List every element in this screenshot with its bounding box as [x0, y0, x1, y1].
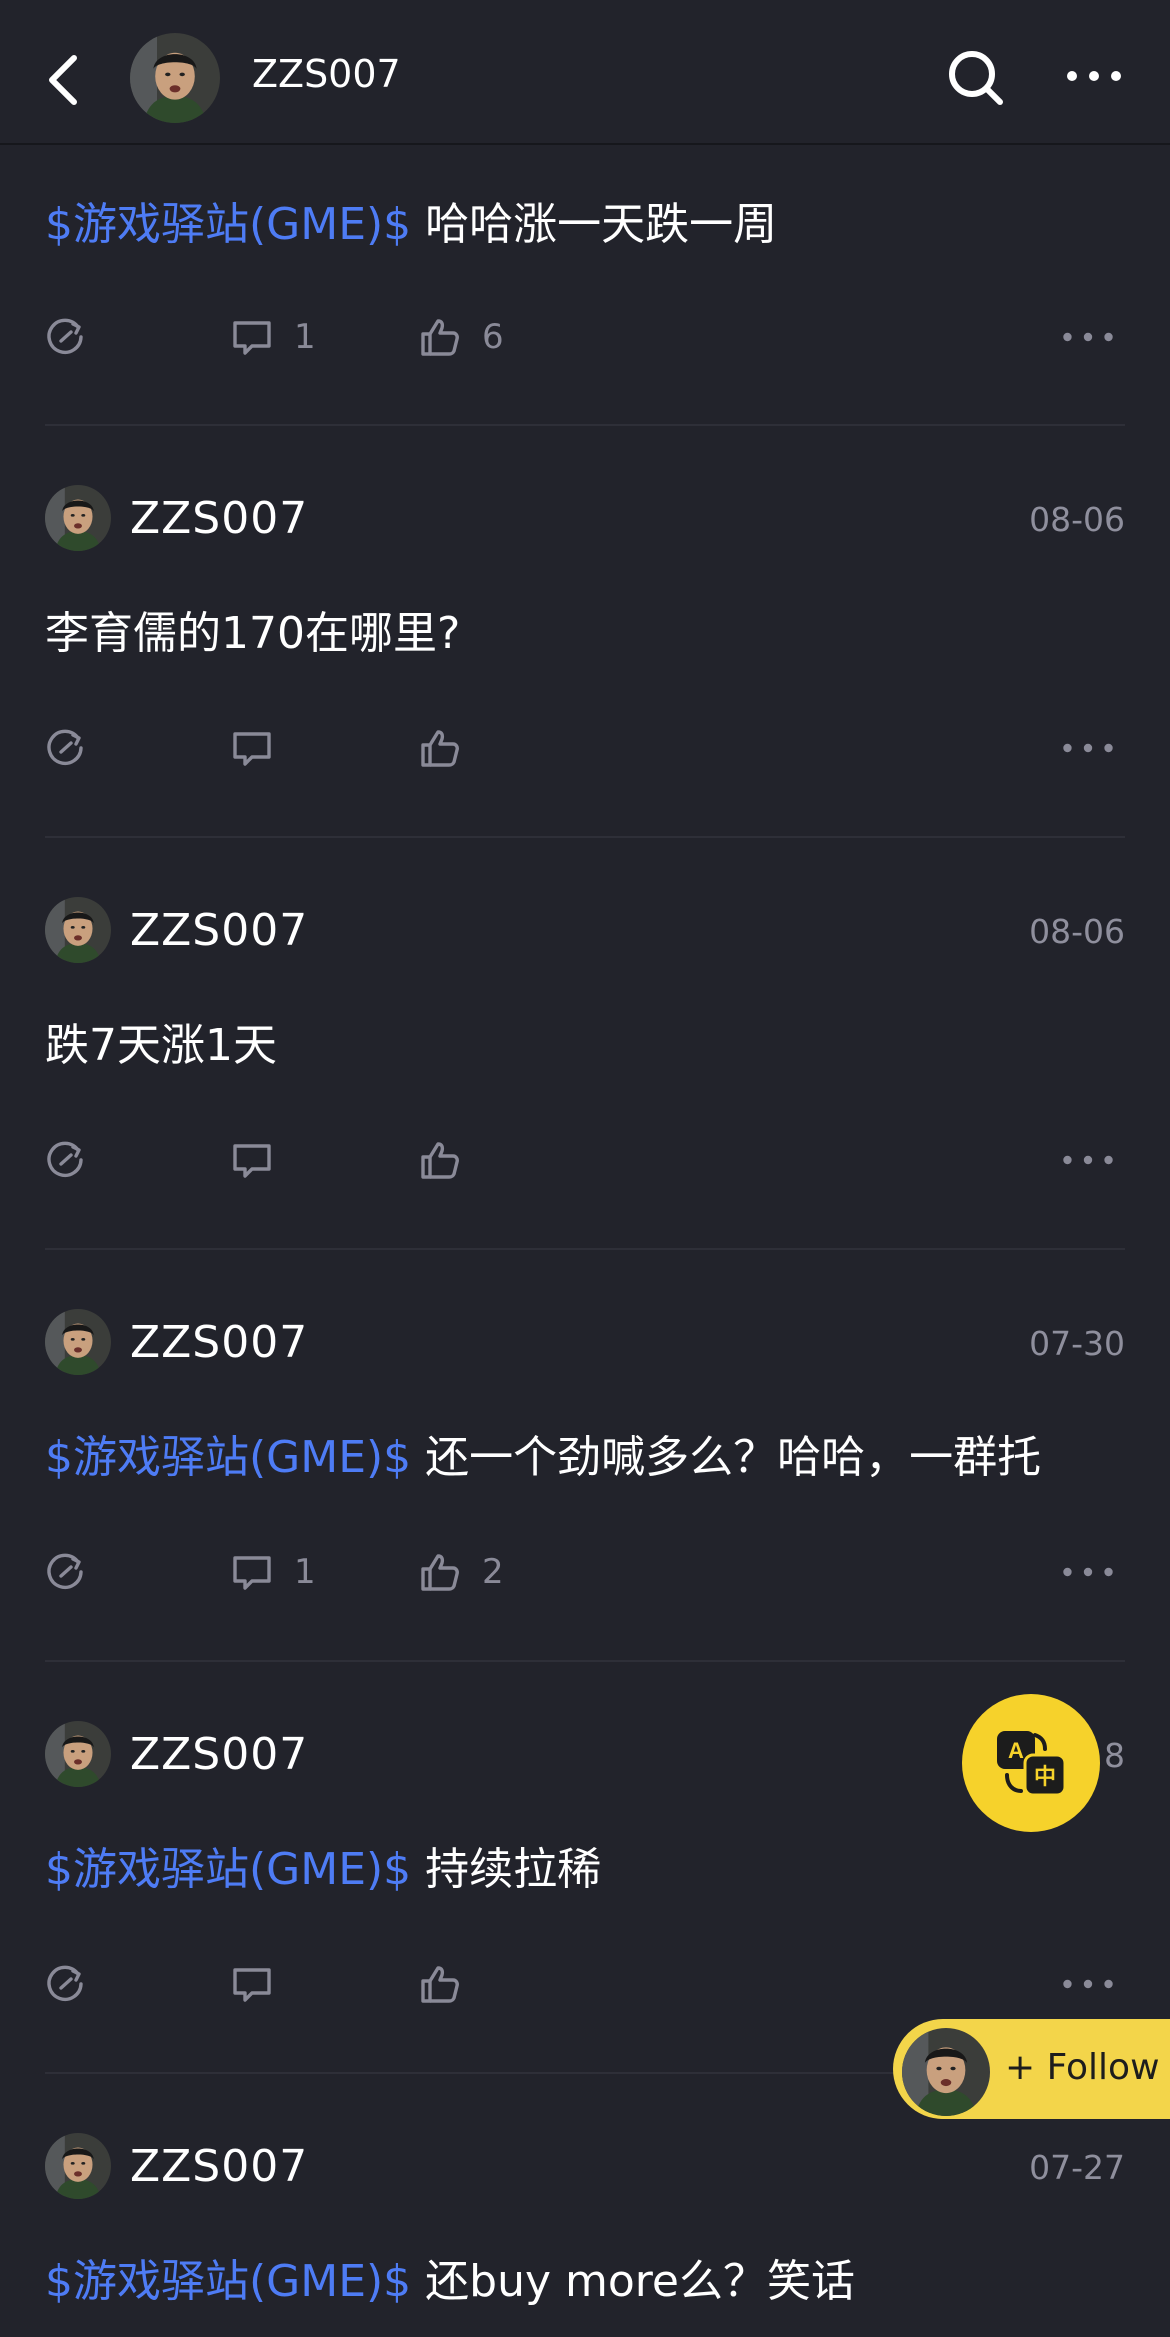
avatar[interactable] [45, 1309, 111, 1375]
post-author[interactable]: ZZS007 [130, 905, 308, 956]
chevron-left-icon[interactable] [44, 40, 104, 120]
post-author[interactable]: ZZS007 [130, 1317, 308, 1368]
top-bar: ZZS007 [0, 0, 1170, 145]
avatar[interactable] [130, 33, 220, 123]
post-content: $游戏驿站(GME)$ 还buy more么？笑话 [45, 2256, 855, 2307]
comment-icon [230, 315, 274, 359]
comment-button[interactable]: 1 [230, 1542, 316, 1602]
comment-count: 1 [294, 317, 316, 357]
post-author[interactable]: ZZS007 [130, 1729, 308, 1780]
thumbs-up-icon[interactable] [418, 1954, 462, 2014]
post-actions [0, 718, 1170, 778]
post-date-partial: 8 [1104, 1736, 1125, 1775]
share-icon[interactable] [44, 1130, 88, 1190]
divider [45, 1660, 1125, 1662]
more-horizontal-icon[interactable] [1060, 1542, 1116, 1602]
avatar[interactable] [45, 1721, 111, 1787]
avatar [899, 2025, 993, 2119]
stock-ticker-link[interactable]: $游戏驿站(GME)$ [45, 1432, 411, 1483]
post-date: 08-06 [1029, 912, 1125, 951]
share-icon[interactable] [44, 1954, 88, 2014]
like-count: 6 [482, 317, 504, 357]
search-icon[interactable] [944, 46, 1008, 110]
translate-button[interactable]: A 中 [962, 1694, 1100, 1832]
thumbs-up-icon [418, 1550, 462, 1594]
post-actions [0, 1954, 1170, 2014]
comment-icon[interactable] [230, 1130, 274, 1190]
stock-ticker-link[interactable]: $游戏驿站(GME)$ [45, 199, 411, 250]
thumbs-up-icon[interactable] [418, 718, 462, 778]
post-actions: 1 6 [0, 307, 1170, 367]
post-content: 李育儒的170在哪里? [45, 608, 461, 659]
comment-icon[interactable] [230, 718, 274, 778]
post-date: 07-27 [1029, 2148, 1125, 2187]
post-author[interactable]: ZZS007 [130, 493, 308, 544]
post-date: 08-06 [1029, 500, 1125, 539]
svg-text:中: 中 [1034, 1765, 1056, 1790]
share-icon[interactable] [44, 718, 88, 778]
more-horizontal-icon[interactable] [1060, 1954, 1116, 2014]
divider [45, 836, 1125, 838]
more-horizontal-icon[interactable] [1060, 718, 1116, 778]
stock-ticker-link[interactable]: $游戏驿站(GME)$ [45, 1844, 411, 1895]
share-icon[interactable] [44, 1542, 88, 1602]
more-horizontal-icon[interactable] [1060, 1130, 1116, 1190]
follow-button[interactable]: + Follow [893, 2019, 1170, 2119]
post-content: 跌7天涨1天 [45, 1020, 277, 1071]
svg-text:A: A [1008, 1738, 1024, 1763]
post-actions [0, 1130, 1170, 1190]
like-count: 2 [482, 1552, 504, 1592]
avatar[interactable] [45, 485, 111, 551]
comment-count: 1 [294, 1552, 316, 1592]
more-horizontal-icon[interactable] [1060, 307, 1116, 367]
avatar[interactable] [45, 897, 111, 963]
more-horizontal-icon[interactable] [1064, 56, 1124, 96]
comment-button[interactable]: 1 [230, 307, 316, 367]
post-actions: 1 2 [0, 1542, 1170, 1602]
divider [45, 424, 1125, 426]
thumbs-up-icon [418, 315, 462, 359]
like-button[interactable]: 6 [418, 307, 504, 367]
thumbs-up-icon[interactable] [418, 1130, 462, 1190]
divider [45, 1248, 1125, 1250]
follow-label: + Follow [1005, 2047, 1160, 2088]
post-content: $游戏驿站(GME)$ 还一个劲喊多么？哈哈，一群托 [45, 1432, 1042, 1483]
post-author[interactable]: ZZS007 [130, 2141, 308, 2192]
avatar[interactable] [45, 2133, 111, 2199]
comment-icon [230, 1550, 274, 1594]
translate-icon: A 中 [997, 1731, 1067, 1797]
stock-ticker-link[interactable]: $游戏驿站(GME)$ [45, 2256, 411, 2307]
share-icon[interactable] [44, 307, 88, 367]
post-date: 07-30 [1029, 1324, 1125, 1363]
comment-icon[interactable] [230, 1954, 274, 2014]
profile-username: ZZS007 [252, 52, 401, 96]
post-content: $游戏驿站(GME)$ 哈哈涨一天跌一周 [45, 199, 778, 250]
like-button[interactable]: 2 [418, 1542, 504, 1602]
post-content: $游戏驿站(GME)$ 持续拉稀 [45, 1844, 602, 1895]
